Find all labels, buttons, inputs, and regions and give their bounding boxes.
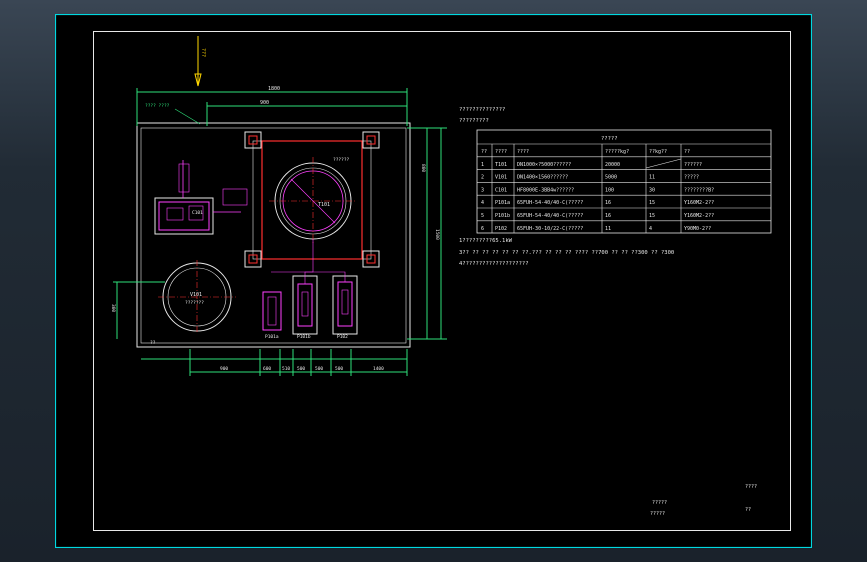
pump-p102: P102	[332, 275, 358, 340]
left-corner-label: ??	[150, 340, 156, 346]
table-header-cell: ????	[495, 149, 507, 155]
table-header-cell: ??	[481, 149, 487, 155]
top-dim-b-label: 900	[260, 100, 269, 106]
pump-p101b: P101b	[292, 275, 318, 340]
table-cell: ?????	[684, 175, 699, 181]
bottom-dim-label: 500	[315, 366, 323, 372]
table-cell: 4	[481, 200, 484, 206]
tank-v101-note: ???????	[185, 300, 204, 306]
tank-t101-label: T101	[318, 202, 330, 208]
pump-c-label: P102	[337, 334, 348, 340]
table-cell: DN1400×1560??????	[517, 175, 568, 181]
note-line-2: 3?? ?? ?? ?? ?? ?? ??.??? ?? ?? ?? ???? …	[459, 250, 674, 256]
table-cell: Y160M2-2??	[684, 200, 714, 206]
title-block-label: ??	[745, 507, 751, 513]
tank-t101: T101 ??????	[244, 131, 380, 268]
drawing-sheet: ??? 1800 900 ???? ???? 800 1500 300 900 …	[55, 14, 812, 548]
table-cell: 16	[605, 200, 611, 206]
left-dim-label: 300	[110, 304, 116, 312]
plan-view: ??? 1800 900 ???? ???? 800 1500 300 900 …	[110, 36, 447, 376]
table-cell: HF8000E-3BB4w??????	[517, 187, 574, 193]
north-label: ???	[200, 48, 206, 57]
table-cell: 11	[649, 175, 655, 181]
note-line-3: 4????????????????????	[459, 261, 529, 267]
table-header-cell: ?????kg?	[605, 149, 629, 155]
table-cell: 65FUH-54-40/40-C(?????	[517, 200, 583, 206]
table-cell: 3	[481, 187, 484, 193]
top-dim-a-label: 1800	[268, 86, 280, 92]
table-cell: 20000	[605, 162, 620, 168]
table-cell: Y90M0-2??	[684, 226, 711, 232]
pump-b-label: P101b	[297, 334, 311, 340]
tank-v101-label: V101	[190, 292, 202, 298]
tank-v101: V101 ???????	[158, 260, 236, 334]
compressor-c101: C101	[154, 160, 248, 235]
table-cell: 1	[481, 162, 484, 168]
tank-t101-note: ??????	[333, 157, 350, 163]
cad-viewport[interactable]: ??? 1800 900 ???? ???? 800 1500 300 900 …	[0, 0, 867, 562]
table-cell: P102	[495, 226, 507, 232]
table-cell: V101	[495, 175, 507, 181]
table-header-cell: ????	[517, 149, 529, 155]
right-dim-label-a: 800	[420, 164, 426, 172]
table-cell: 5	[481, 213, 484, 219]
table-cell: T101	[495, 162, 507, 168]
inner-frame	[93, 31, 791, 531]
right-dim-label-b: 1500	[434, 229, 440, 240]
table-cell: DN1000×?5000??????	[517, 162, 571, 168]
title-block-label: ?????	[650, 511, 665, 517]
bottom-dim-label: 510	[282, 366, 290, 372]
note-line-1: 1?????????65.1kW	[459, 238, 513, 244]
table-cell: C101	[495, 187, 507, 193]
pump-p101a: P101a	[262, 291, 282, 340]
table-cell: 65FUH-54-40/40-C(?????	[517, 213, 583, 219]
table-cell: 16	[605, 213, 611, 219]
table-title: ?????	[601, 136, 618, 142]
outer-frame	[55, 14, 812, 548]
table-cell: 6	[481, 226, 484, 232]
note-header-1: ??????????????	[459, 107, 505, 113]
table-cell: 4	[649, 226, 652, 232]
pipe	[271, 271, 346, 282]
bottom-dim-label: 600	[263, 366, 271, 372]
table-cell: 30	[649, 187, 655, 193]
table-cell: 15	[649, 200, 655, 206]
table-cell: ??????	[684, 162, 702, 168]
table-cell: 11	[605, 226, 611, 232]
equipment-table: ????? ?????????? ?????kg? ??kg?? ?? 1 T101 DN1…	[476, 129, 772, 234]
table-cell: 5000	[605, 175, 617, 181]
room-outline	[136, 122, 411, 348]
table-cell: P101b	[495, 213, 510, 219]
compressor-label: C101	[192, 210, 203, 216]
table-header-cell: ??	[684, 149, 690, 155]
table-cell: 2	[481, 175, 484, 181]
cad-drawing: ??? 1800 900 ???? ???? 800 1500 300 900 …	[55, 14, 812, 548]
table-cell: 15	[649, 213, 655, 219]
table-header-cell: ??kg??	[649, 149, 667, 155]
bottom-dim-label: 500	[297, 366, 305, 372]
bottom-dim-label: 1400	[373, 366, 384, 372]
title-block-label: ?????	[652, 500, 667, 506]
bottom-dim-label: 900	[220, 366, 228, 372]
pipe	[304, 239, 314, 284]
slope-note: ???? ????	[145, 103, 170, 109]
bottom-dim-label: 500	[335, 366, 343, 372]
table-cell: P101a	[495, 200, 510, 206]
table-cell: 65FUH-30-10/22-C(?????	[517, 226, 583, 232]
table-cell: Y160M2-2??	[684, 213, 714, 219]
table-cell: 100	[605, 187, 614, 193]
pump-a-label: P101a	[265, 334, 279, 340]
note-header-2: ?????????	[459, 118, 489, 124]
title-block-label: ????	[745, 484, 757, 490]
table-cell: ????????B?	[684, 187, 714, 193]
